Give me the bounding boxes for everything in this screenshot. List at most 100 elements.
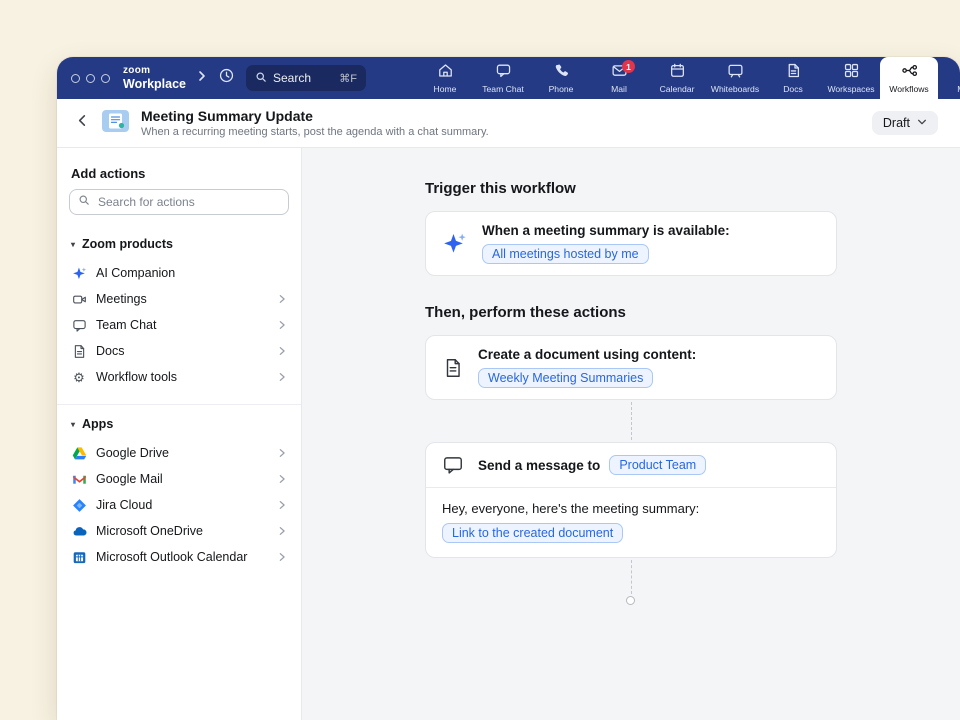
workflow-thumbnail-icon xyxy=(102,110,129,137)
workflows-icon xyxy=(901,62,918,81)
chevron-down-icon xyxy=(917,116,927,130)
send-message-text: Send a message to xyxy=(478,458,600,473)
workflow-title: Meeting Summary Update xyxy=(141,108,489,124)
message-body-text: Hey, everyone, here's the meeting summar… xyxy=(442,501,820,516)
docs-icon xyxy=(785,62,802,81)
workflow-title-block: Meeting Summary Update When a recurring … xyxy=(141,108,489,138)
actions-search-input[interactable] xyxy=(96,194,280,210)
outlook-calendar-icon xyxy=(71,549,87,565)
logo-zoom-text: zoom xyxy=(123,66,186,76)
chevron-right-icon xyxy=(196,69,208,87)
nav-item-mail[interactable]: 1 Mail xyxy=(590,57,648,99)
google-drive-icon xyxy=(71,445,87,461)
sidebar-item-ai-companion[interactable]: AI Companion xyxy=(57,260,301,286)
mail-unread-badge: 1 xyxy=(622,60,635,73)
logo-workplace-text: Workplace xyxy=(123,78,186,91)
top-navigation-bar: zoom Workplace Search ⌘F Home xyxy=(57,57,960,99)
message-recipient-chip[interactable]: Product Team xyxy=(609,455,706,475)
gmail-icon xyxy=(71,471,87,487)
primary-nav: Home Team Chat Phone 1 Mail Calendar xyxy=(416,57,960,99)
dashed-connector xyxy=(631,560,632,594)
nav-item-phone[interactable]: Phone xyxy=(532,57,590,99)
forward-chevron-button[interactable] xyxy=(196,69,208,87)
onedrive-icon xyxy=(71,523,87,539)
sidebar-item-workflow-tools[interactable]: ⚙ Workflow tools xyxy=(57,364,301,390)
nav-item-more[interactable]: More xyxy=(938,57,960,99)
window-control-close[interactable] xyxy=(71,74,80,83)
app-window: zoom Workplace Search ⌘F Home xyxy=(57,57,960,720)
calendar-icon xyxy=(669,62,686,81)
section-header-apps[interactable]: ▾ Apps xyxy=(57,405,301,440)
nav-item-docs[interactable]: Docs xyxy=(764,57,822,99)
sidebar-item-microsoft-onedrive[interactable]: Microsoft OneDrive xyxy=(57,518,301,544)
trigger-scope-chip[interactable]: All meetings hosted by me xyxy=(482,244,649,264)
jira-icon xyxy=(71,497,87,513)
message-body: Hey, everyone, here's the meeting summar… xyxy=(426,488,836,557)
workflow-end-node xyxy=(626,596,635,605)
main-area: Add actions ▾ Zoom products AI Companion xyxy=(57,148,960,720)
status-label: Draft xyxy=(883,116,910,130)
search-label: Search xyxy=(273,71,311,85)
nav-item-whiteboards[interactable]: Whiteboards xyxy=(706,57,764,99)
sidebar-item-google-mail[interactable]: Google Mail xyxy=(57,466,301,492)
window-controls[interactable] xyxy=(71,57,110,99)
chevron-right-icon xyxy=(277,473,287,485)
chevron-right-icon xyxy=(277,447,287,459)
gear-icon: ⚙ xyxy=(71,369,87,385)
team-chat-icon xyxy=(495,62,512,81)
send-message-card[interactable]: Send a message to Product Team Hey, ever… xyxy=(425,442,837,558)
chevron-right-icon xyxy=(277,293,287,305)
nav-item-home[interactable]: Home xyxy=(416,57,474,99)
phone-icon xyxy=(553,62,570,81)
actions-sidebar: Add actions ▾ Zoom products AI Companion xyxy=(57,148,302,720)
trigger-text: When a meeting summary is available: xyxy=(482,223,730,238)
back-button[interactable] xyxy=(75,113,90,133)
sidebar-item-microsoft-outlook-calendar[interactable]: Microsoft Outlook Calendar xyxy=(57,544,301,570)
chevron-right-icon xyxy=(277,499,287,511)
workspaces-icon xyxy=(843,62,860,81)
sidebar-item-docs[interactable]: Docs xyxy=(57,338,301,364)
section-zoom-products: ▾ Zoom products AI Companion Meetings Te… xyxy=(57,225,301,396)
section-header-zoom-products[interactable]: ▾ Zoom products xyxy=(57,225,301,260)
search-icon xyxy=(255,71,267,86)
nav-item-workspaces[interactable]: Workspaces xyxy=(822,57,880,99)
sidebar-item-team-chat[interactable]: Team Chat xyxy=(57,312,301,338)
search-icon xyxy=(78,193,90,211)
trigger-heading: Trigger this workflow xyxy=(425,180,960,197)
create-doc-content-chip[interactable]: Weekly Meeting Summaries xyxy=(478,368,653,388)
actions-heading: Then, perform these actions xyxy=(425,304,960,321)
trigger-card[interactable]: When a meeting summary is available: All… xyxy=(425,211,837,276)
history-button[interactable] xyxy=(218,67,235,89)
home-icon xyxy=(437,62,454,81)
chevron-right-icon xyxy=(277,525,287,537)
dashed-connector xyxy=(631,402,632,440)
document-icon xyxy=(442,357,464,379)
status-dropdown[interactable]: Draft xyxy=(872,111,938,135)
create-doc-text: Create a document using content: xyxy=(478,347,696,362)
window-control-zoom[interactable] xyxy=(101,74,110,83)
global-search[interactable]: Search ⌘F xyxy=(246,65,366,91)
nav-item-team-chat[interactable]: Team Chat xyxy=(474,57,532,99)
chevron-right-icon xyxy=(277,319,287,331)
sidebar-item-google-drive[interactable]: Google Drive xyxy=(57,440,301,466)
triangle-down-icon: ▾ xyxy=(71,240,75,249)
ai-sparkle-icon xyxy=(442,231,468,257)
document-icon xyxy=(71,343,87,359)
search-shortcut: ⌘F xyxy=(339,72,357,85)
nav-item-workflows[interactable]: Workflows xyxy=(880,57,938,99)
history-clock-icon xyxy=(218,67,235,89)
window-control-minimize[interactable] xyxy=(86,74,95,83)
sidebar-item-jira-cloud[interactable]: Jira Cloud xyxy=(57,492,301,518)
chat-bubble-icon xyxy=(71,317,87,333)
sidebar-item-meetings[interactable]: Meetings xyxy=(57,286,301,312)
chevron-right-icon xyxy=(277,371,287,383)
actions-search-box[interactable] xyxy=(69,189,289,215)
chevron-right-icon xyxy=(277,345,287,357)
create-document-card[interactable]: Create a document using content: Weekly … xyxy=(425,335,837,400)
workflow-header: Meeting Summary Update When a recurring … xyxy=(57,99,960,148)
ai-companion-icon xyxy=(71,265,87,281)
workflow-canvas: Trigger this workflow When a meeting sum… xyxy=(302,148,960,720)
zoom-workplace-logo: zoom Workplace xyxy=(123,57,186,99)
nav-item-calendar[interactable]: Calendar xyxy=(648,57,706,99)
message-link-chip[interactable]: Link to the created document xyxy=(442,523,623,543)
